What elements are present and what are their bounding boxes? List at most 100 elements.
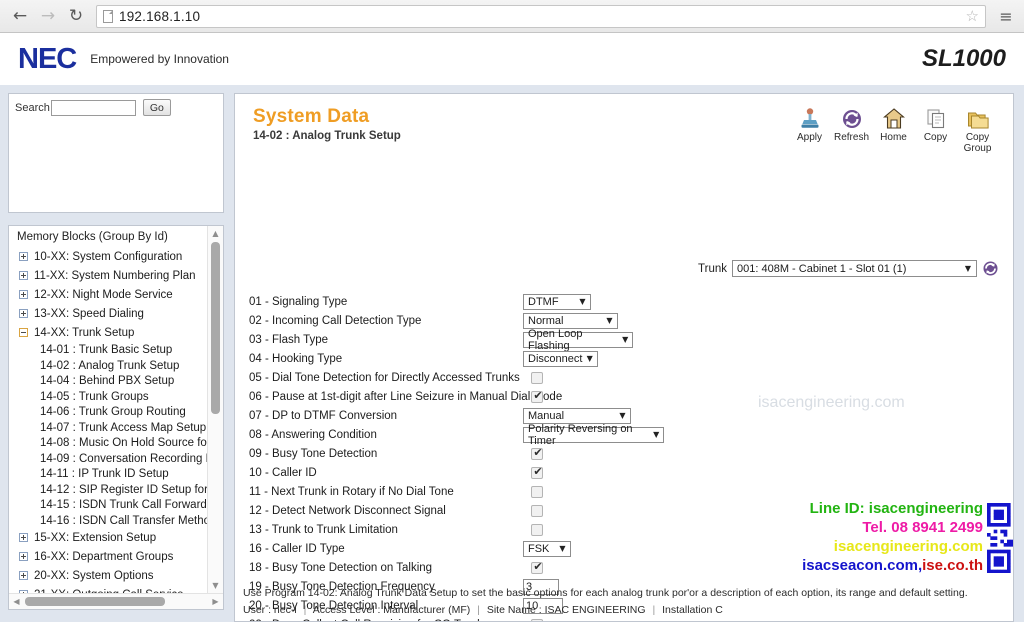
setting-row: 04 - Hooking Type Disconnect ▼ [249,349,1013,368]
tree-node[interactable]: 11-XX: System Numbering Plan [15,268,207,283]
setting-label: 05 - Dial Tone Detection for Directly Ac… [249,371,520,384]
home-button[interactable]: Home [874,106,913,143]
forward-arrow-icon[interactable]: → [36,4,60,28]
scroll-right-arrow-icon[interactable]: ▶ [208,594,223,609]
tree-node[interactable]: 12-XX: Night Mode Service [15,287,207,302]
setting-select[interactable]: Polarity Reversing on Timer ▼ [523,423,664,447]
tree-node[interactable]: 20-XX: System Options [15,568,207,583]
trunk-select[interactable]: 001: 408M - Cabinet 1 - Slot 01 (1) ▼ [732,260,977,277]
setting-checkbox[interactable] [531,618,543,621]
tree-leaf-item[interactable]: 14-15 : ISDN Trunk Call Forward Setup [15,499,207,513]
action-toolbar: Apply Refresh Home Copy Copy Group [790,106,997,154]
tree-node-label: 10-XX: System Configuration [34,250,183,263]
setting-row: 12 - Detect Network Disconnect Signal [249,501,1013,520]
back-arrow-icon[interactable]: ← [8,4,32,28]
apply-button[interactable]: Apply [790,106,829,143]
chevron-down-icon: ▼ [619,411,626,420]
expand-node-icon[interactable] [19,571,28,580]
expand-node-icon[interactable] [19,533,28,542]
setting-label: 13 - Trunk to Trunk Limitation [249,523,398,536]
expand-node-icon[interactable] [19,252,28,261]
sidebar: Search Go Memory Blocks (Group By Id) 10… [8,93,224,622]
setting-checkbox[interactable] [531,504,543,517]
setting-select[interactable]: DTMF ▼ [523,293,591,310]
tree-node[interactable]: 15-XX: Extension Setup [15,530,207,545]
setting-checkbox[interactable] [531,560,544,574]
tree-node[interactable]: 14-XX: Trunk Setup [15,325,207,340]
tree-node-label: 14-XX: Trunk Setup [34,326,135,339]
tree-leaf-item[interactable]: 14-08 : Music On Hold Source for Trunks [15,437,207,451]
scroll-left-arrow-icon[interactable]: ◀ [9,594,24,609]
expand-node-icon[interactable] [19,309,28,318]
bookmark-star-icon[interactable]: ☆ [966,7,979,25]
setting-select[interactable]: FSK ▼ [523,540,571,557]
tree-leaf-item[interactable]: 14-02 : Analog Trunk Setup [15,360,207,374]
tree-leaf-item[interactable]: 14-06 : Trunk Group Routing [15,406,207,420]
search-input[interactable] [50,99,136,116]
copy-group-button[interactable]: Copy Group [958,106,997,154]
setting-control [523,465,544,479]
browser-menu-icon[interactable]: ≡ [996,7,1016,26]
setting-label: 09 - Busy Tone Detection [249,447,378,460]
setting-row: 05 - Dial Tone Detection for Directly Ac… [249,368,1013,387]
tree-leaf-item[interactable]: 14-11 : IP Trunk ID Setup [15,468,207,482]
tree-leaf-item[interactable]: 14-05 : Trunk Groups [15,391,207,405]
apply-stamp-icon [799,106,821,130]
tree-leaf-item[interactable]: 14-04 : Behind PBX Setup [15,375,207,389]
tree-leaf-item[interactable]: 14-07 : Trunk Access Map Setup [15,422,207,436]
tree-leaf-item[interactable]: 14-01 : Trunk Basic Setup [15,344,207,358]
expand-node-icon[interactable] [19,290,28,299]
address-bar[interactable]: 192.168.1.10 ☆ [96,4,986,28]
tree-leaf-item[interactable]: 14-16 : ISDN Call Transfer Method [15,515,207,529]
search-go-button[interactable]: Go [142,99,171,116]
tree-node[interactable]: 13-XX: Speed Dialing [15,306,207,321]
expand-node-icon[interactable] [19,271,28,280]
setting-control [523,446,544,460]
chevron-down-icon: ▼ [606,316,613,325]
tree-node[interactable]: 10-XX: System Configuration [15,249,207,264]
collapse-node-icon[interactable] [19,328,28,337]
tree-node-label: 13-XX: Speed Dialing [34,307,144,320]
status-user: User : nec-i [243,604,297,616]
horizontal-scroll-thumb[interactable] [25,597,165,606]
tree-horizontal-scrollbar[interactable]: ◀ ▶ [9,593,223,609]
setting-row: 08 - Answering Condition Polarity Reversi… [249,423,1013,447]
chevron-down-icon: ▼ [586,354,593,363]
reload-icon[interactable]: ↻ [64,4,88,28]
setting-checkbox[interactable] [531,389,544,403]
chevron-down-icon: ▼ [559,544,566,553]
setting-label: 08 - Answering Condition [249,428,377,441]
setting-control [523,389,544,403]
setting-checkbox[interactable] [531,371,543,384]
setting-checkbox[interactable] [531,523,543,536]
status-site-name: Site Name : ISAC ENGINEERING [486,604,646,616]
copy-button[interactable]: Copy [916,106,955,143]
setting-select[interactable]: Normal ▼ [523,312,618,329]
nec-tagline: Empowered by Innovation [90,52,229,66]
tree-leaf-item[interactable]: 14-12 : SIP Register ID Setup for IP Tru… [15,484,207,498]
setting-select[interactable]: Manual ▼ [523,407,631,424]
home-icon [882,106,905,130]
setting-row: 01 - Signaling Type DTMF ▼ [249,292,1013,311]
setting-control: Polarity Reversing on Timer ▼ [523,423,664,447]
setting-control [523,371,543,384]
tree-node-label: 16-XX: Department Groups [34,550,174,563]
vertical-scroll-thumb[interactable] [211,242,220,414]
scroll-down-arrow-icon[interactable]: ▼ [208,578,223,593]
refresh-button[interactable]: Refresh [832,106,871,143]
setting-select[interactable]: Open Loop Flashing ▼ [523,328,633,352]
tree-vertical-scrollbar[interactable]: ▲ ▼ [207,226,223,593]
expand-node-icon[interactable] [19,552,28,561]
tree-node[interactable]: 16-XX: Department Groups [15,549,207,564]
setting-checkbox[interactable] [531,485,543,498]
setting-checkbox[interactable] [531,465,544,479]
trunk-refresh-icon[interactable] [982,260,999,277]
setting-checkbox[interactable] [531,446,544,460]
tree-leaf-item[interactable]: 14-09 : Conversation Recording Destinati… [15,453,207,467]
setting-select[interactable]: Disconnect ▼ [523,350,598,367]
setting-control: Normal ▼ [523,312,618,329]
setting-control: Manual ▼ [523,407,631,424]
scroll-up-arrow-icon[interactable]: ▲ [208,226,223,241]
setting-select-value: Manual [528,409,565,422]
setting-row: 02 - Incoming Call Detection Type Normal ▼ [249,311,1013,330]
